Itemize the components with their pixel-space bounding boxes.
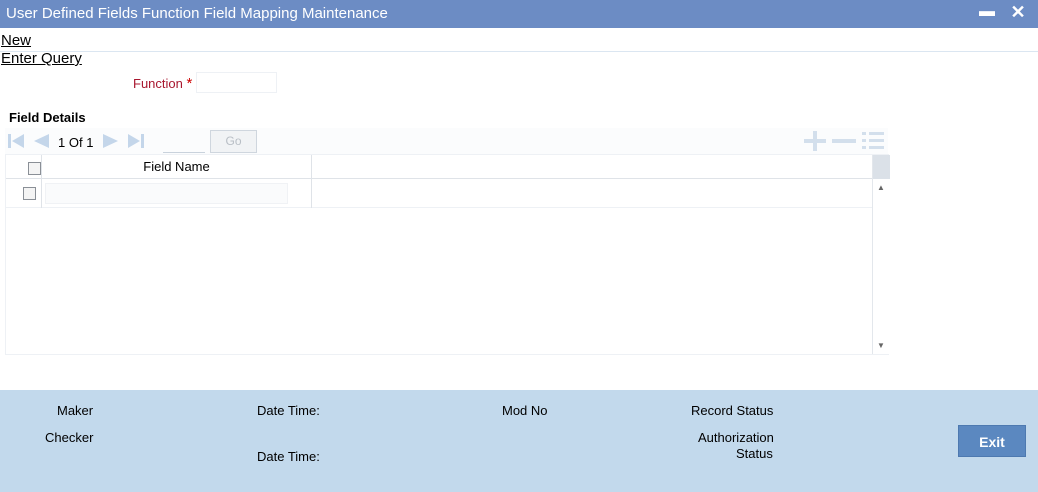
field-details-grid: Field Name ▲ ▼ <box>5 154 890 355</box>
select-all-checkbox[interactable] <box>28 162 41 175</box>
record-status-label: Record Status <box>691 403 774 418</box>
scrollbar-header <box>873 155 890 179</box>
page-total: 1 <box>86 135 94 150</box>
maker-label: Maker <box>57 403 94 418</box>
row-checkbox[interactable] <box>23 187 36 200</box>
new-link[interactable]: New <box>1 32 31 49</box>
title-bar: User Defined Fields Function Field Mappi… <box>0 0 1038 28</box>
vertical-scrollbar[interactable]: ▲ ▼ <box>872 155 890 354</box>
next-page-icon[interactable] <box>102 132 120 150</box>
field-details-title: Field Details <box>9 110 86 125</box>
enter-query-link[interactable]: Enter Query <box>1 50 82 67</box>
delete-row-icon[interactable] <box>831 130 857 152</box>
function-label: Function * <box>133 75 192 92</box>
header-checkbox-cell <box>6 155 42 179</box>
minimize-icon[interactable]: ▬ <box>977 2 997 22</box>
first-page-icon[interactable] <box>7 132 25 150</box>
maker-date-time-label: Date Time: <box>257 403 320 418</box>
function-input[interactable] <box>196 72 277 93</box>
required-mark: * <box>186 75 193 92</box>
scroll-up-icon[interactable]: ▲ <box>877 183 885 192</box>
close-icon[interactable]: ✕ <box>1008 2 1028 22</box>
checker-date-time-label: Date Time: <box>257 449 320 464</box>
page-info: 1 Of 1 <box>58 135 93 150</box>
authorization-label: Authorization <box>698 430 774 445</box>
previous-page-icon[interactable] <box>32 132 50 150</box>
list-view-icon[interactable] <box>860 130 886 152</box>
grid-header: Field Name <box>6 155 872 179</box>
column-header-field-name[interactable]: Field Name <box>42 155 312 179</box>
page-of: Of <box>68 135 83 150</box>
page-current: 1 <box>58 135 66 150</box>
row-checkbox-cell <box>6 179 42 208</box>
go-button[interactable]: Go <box>210 130 257 153</box>
scroll-down-icon[interactable]: ▼ <box>877 341 885 350</box>
table-row <box>6 179 872 208</box>
authorization-status-label: Status <box>736 446 773 461</box>
field-name-input[interactable] <box>45 183 288 204</box>
grid-toolbar: 1 Of 1 Go <box>5 128 888 154</box>
field-name-cell <box>42 179 312 208</box>
function-label-text: Function <box>133 76 183 91</box>
add-row-icon[interactable] <box>802 130 828 152</box>
checker-label: Checker <box>45 430 94 445</box>
last-page-icon[interactable] <box>127 132 145 150</box>
mod-no-label: Mod No <box>502 403 548 418</box>
menu-bar <box>0 28 1038 52</box>
window-title: User Defined Fields Function Field Mappi… <box>6 5 388 22</box>
exit-button[interactable]: Exit <box>958 425 1026 457</box>
page-number-input[interactable] <box>163 132 205 153</box>
